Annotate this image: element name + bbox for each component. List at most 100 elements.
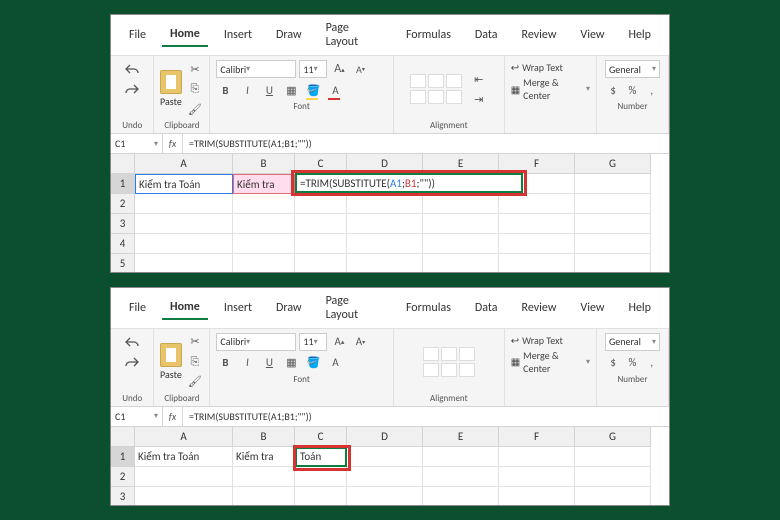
- cell-D2[interactable]: [347, 467, 423, 487]
- cell-C3[interactable]: [295, 487, 347, 506]
- percent-icon[interactable]: %: [624, 81, 640, 99]
- border-icon[interactable]: ▦: [282, 81, 300, 99]
- cell-D5[interactable]: [347, 254, 423, 273]
- decrease-font-icon[interactable]: A▾: [351, 60, 369, 78]
- cell-D4[interactable]: [347, 234, 423, 254]
- cell-E3[interactable]: [423, 487, 499, 506]
- currency-icon[interactable]: $: [605, 354, 621, 372]
- cell-A4[interactable]: [135, 234, 233, 254]
- cell-E3[interactable]: [423, 214, 499, 234]
- tab-formulas[interactable]: Formulas: [398, 24, 459, 46]
- cell-B3[interactable]: [233, 487, 295, 506]
- paste-button[interactable]: Paste: [160, 70, 182, 108]
- cell-F5[interactable]: [499, 254, 575, 273]
- row-header-5[interactable]: 5: [111, 254, 135, 273]
- border-icon[interactable]: ▦: [282, 354, 300, 372]
- cell-C5[interactable]: [295, 254, 347, 273]
- col-header-G[interactable]: G: [575, 154, 651, 174]
- underline-button[interactable]: U: [260, 81, 278, 99]
- cell-E5[interactable]: [423, 254, 499, 273]
- cell-E2[interactable]: [423, 194, 499, 214]
- cell-A1[interactable]: Kiểm tra Toán: [135, 174, 233, 194]
- col-header-F[interactable]: F: [499, 427, 575, 447]
- cell-B3[interactable]: [233, 214, 295, 234]
- tab-file[interactable]: File: [121, 297, 154, 319]
- cell-F3[interactable]: [499, 487, 575, 506]
- cell-A2[interactable]: [135, 194, 233, 214]
- font-size-select[interactable]: 11▾: [299, 333, 327, 351]
- col-header-D[interactable]: D: [347, 154, 423, 174]
- col-header-G[interactable]: G: [575, 427, 651, 447]
- number-format-select[interactable]: General▾: [605, 60, 660, 78]
- currency-icon[interactable]: $: [605, 81, 621, 99]
- cell-E2[interactable]: [423, 467, 499, 487]
- cell-E1[interactable]: [423, 447, 499, 467]
- cell-B5[interactable]: [233, 254, 295, 273]
- cell-G3[interactable]: [575, 487, 651, 506]
- redo-icon[interactable]: [123, 353, 141, 371]
- cell-F3[interactable]: [499, 214, 575, 234]
- cell-B4[interactable]: [233, 234, 295, 254]
- tab-review[interactable]: Review: [514, 24, 565, 46]
- underline-button[interactable]: U: [260, 354, 278, 372]
- tab-data[interactable]: Data: [467, 24, 506, 46]
- tab-review[interactable]: Review: [514, 297, 565, 319]
- copy-icon[interactable]: ⎘: [186, 80, 204, 98]
- cut-icon[interactable]: ✂: [186, 333, 204, 351]
- decrease-indent-icon[interactable]: ⇤: [470, 70, 488, 88]
- comma-icon[interactable]: ,: [644, 81, 660, 99]
- tab-home[interactable]: Home: [162, 23, 208, 47]
- redo-icon[interactable]: [123, 80, 141, 98]
- row-header-2[interactable]: 2: [111, 467, 135, 487]
- cell-F4[interactable]: [499, 234, 575, 254]
- format-painter-icon[interactable]: 🖌: [186, 100, 204, 118]
- wrap-text-button[interactable]: ↩Wrap Text: [511, 333, 563, 348]
- row-header-3[interactable]: 3: [111, 214, 135, 234]
- row-header-3[interactable]: 3: [111, 487, 135, 506]
- increase-font-icon[interactable]: A▴: [330, 333, 348, 351]
- tab-draw[interactable]: Draw: [268, 24, 310, 46]
- select-all-corner[interactable]: [111, 154, 135, 174]
- cell-B1[interactable]: Kiểm tra: [233, 174, 295, 194]
- cell-C2[interactable]: [295, 194, 347, 214]
- alignment-grid[interactable]: [410, 74, 462, 104]
- font-color-icon[interactable]: A: [326, 81, 344, 99]
- tab-help[interactable]: Help: [620, 24, 659, 46]
- name-box[interactable]: C1▾: [111, 134, 163, 153]
- tab-help[interactable]: Help: [620, 297, 659, 319]
- cell-D3[interactable]: [347, 487, 423, 506]
- alignment-grid[interactable]: [423, 347, 475, 377]
- tab-file[interactable]: File: [121, 24, 154, 46]
- row-header-1[interactable]: 1: [111, 447, 135, 467]
- cell-D2[interactable]: [347, 194, 423, 214]
- comma-icon[interactable]: ,: [644, 354, 660, 372]
- col-header-D[interactable]: D: [347, 427, 423, 447]
- row-header-4[interactable]: 4: [111, 234, 135, 254]
- col-header-C[interactable]: C: [295, 427, 347, 447]
- format-painter-icon[interactable]: 🖌: [186, 373, 204, 391]
- row-header-1[interactable]: 1: [111, 174, 135, 194]
- row-header-2[interactable]: 2: [111, 194, 135, 214]
- cell-A5[interactable]: [135, 254, 233, 273]
- cell-C1[interactable]: =TRIM(SUBSTITUTE(A1;B1;"")): [295, 174, 347, 194]
- cell-B2[interactable]: [233, 194, 295, 214]
- cell-B1[interactable]: Kiểm tra: [233, 447, 295, 467]
- formula-input[interactable]: =TRIM(SUBSTITUTE(A1;B1;"")): [183, 134, 669, 153]
- select-all-corner[interactable]: [111, 427, 135, 447]
- formula-input[interactable]: =TRIM(SUBSTITUTE(A1;B1;"")): [183, 407, 669, 426]
- decrease-font-icon[interactable]: A▾: [351, 333, 369, 351]
- cell-D1[interactable]: [347, 447, 423, 467]
- col-header-B[interactable]: B: [233, 427, 295, 447]
- tab-draw[interactable]: Draw: [268, 297, 310, 319]
- name-box[interactable]: C1▾: [111, 407, 163, 426]
- cell-F2[interactable]: [499, 467, 575, 487]
- tab-insert[interactable]: Insert: [216, 297, 260, 319]
- fill-color-icon[interactable]: 🪣: [304, 81, 322, 99]
- cell-C1[interactable]: Toán: [295, 447, 347, 467]
- fill-color-icon[interactable]: 🪣: [304, 354, 322, 372]
- cell-G4[interactable]: [575, 234, 651, 254]
- cell-G5[interactable]: [575, 254, 651, 273]
- font-size-select[interactable]: 11▾: [299, 60, 327, 78]
- fx-icon[interactable]: fx: [163, 134, 183, 153]
- col-header-B[interactable]: B: [233, 154, 295, 174]
